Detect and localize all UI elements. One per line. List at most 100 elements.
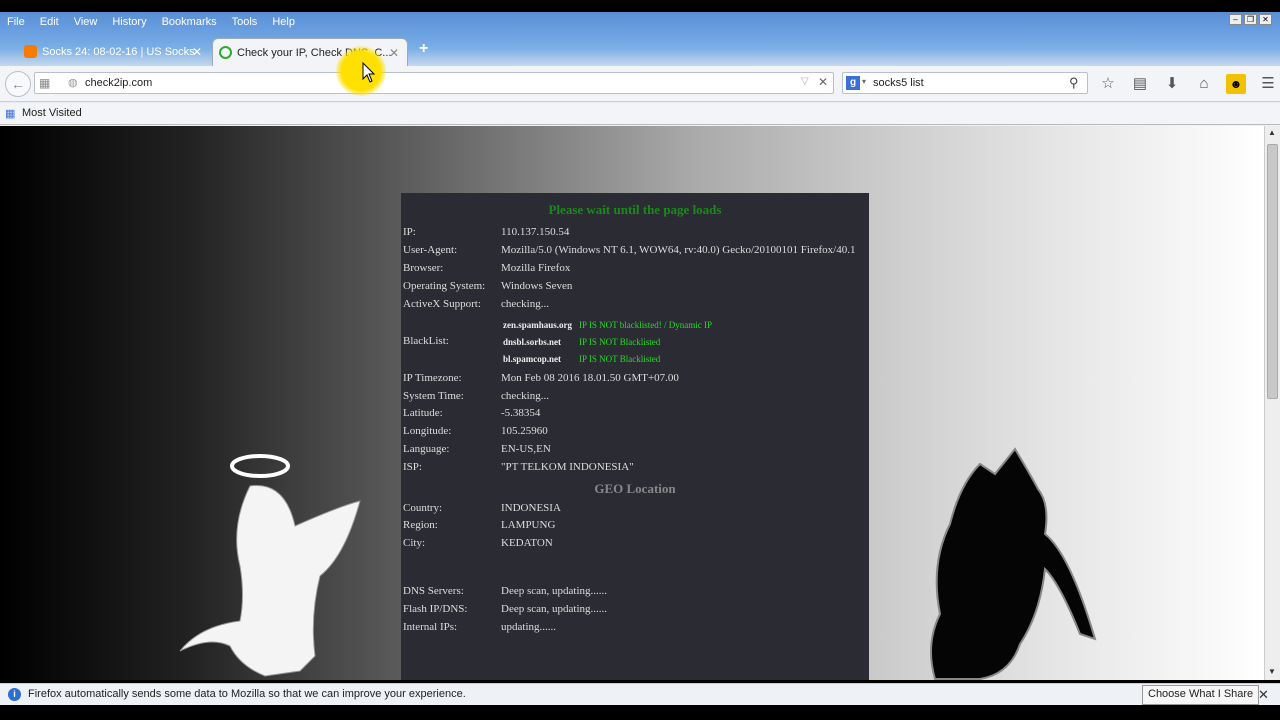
menu-edit[interactable]: Edit: [40, 16, 59, 28]
close-notification-icon[interactable]: ✕: [1258, 687, 1269, 703]
info-key: Language:: [403, 443, 450, 455]
blacklist-status: IP IS NOT blacklisted! / Dynamic IP: [579, 320, 712, 330]
hamburger-menu-icon[interactable]: ☰: [1258, 74, 1278, 94]
info-key: City:: [403, 537, 426, 549]
bottom-letterbox: [0, 705, 1280, 720]
minimize-button[interactable]: –: [1229, 14, 1242, 25]
close-window-button[interactable]: ✕: [1259, 14, 1272, 25]
info-value: Windows Seven: [501, 280, 573, 292]
info-key: BlackList:: [403, 335, 449, 347]
menu-tools[interactable]: Tools: [232, 16, 258, 28]
window-controls: – ❐ ✕: [1229, 14, 1272, 25]
menu-view[interactable]: View: [74, 16, 98, 28]
url-text: check2ip.com: [85, 77, 153, 89]
mouse-cursor-icon: [362, 62, 376, 83]
notification-text: Firefox automatically sends some data to…: [28, 688, 466, 700]
info-key: Operating System:: [403, 280, 486, 292]
blacklist-row: zen.spamhaus.org IP IS NOT blacklisted! /…: [503, 320, 712, 330]
info-value: Mozilla/5.0 (Windows NT 6.1, WOW64, rv:4…: [501, 244, 856, 256]
info-value: KEDATON: [501, 537, 553, 549]
loading-message: Please wait until the page loads: [548, 202, 722, 217]
cursor-highlight: [336, 46, 386, 96]
close-tab-icon[interactable]: ✕: [192, 45, 202, 59]
info-key: DNS Servers:: [403, 585, 464, 597]
info-key: Latitude:: [403, 407, 443, 419]
globe-icon: ◍: [68, 77, 78, 89]
info-value: Mozilla Firefox: [501, 262, 571, 274]
tab-bar: Socks 24: 08-02-16 | US Socks ✕ Check yo…: [0, 36, 1280, 66]
menu-bookmarks[interactable]: Bookmarks: [162, 16, 217, 28]
info-icon: i: [8, 688, 21, 701]
info-value: Mon Feb 08 2016 18.01.50 GMT+07.00: [501, 372, 679, 384]
page-content: Please wait until the page loads IP: 110.…: [0, 126, 1264, 680]
info-key: System Time:: [403, 390, 464, 402]
info-key: Longitude:: [403, 425, 452, 437]
top-letterbox: [0, 0, 1280, 12]
info-value: -5.38354: [501, 407, 541, 419]
telemetry-notification-bar: i Firefox automatically sends some data …: [0, 683, 1280, 705]
blogger-favicon-icon: [24, 45, 37, 58]
most-visited-folder-icon: ▦: [5, 108, 16, 120]
search-bar[interactable]: g ▾ socks5 list ⚲: [842, 72, 1088, 94]
bookmark-most-visited[interactable]: Most Visited: [22, 107, 82, 119]
geo-location-heading: GEO Location: [594, 481, 676, 496]
angel-silhouette: [179, 454, 361, 677]
choose-what-i-share-button[interactable]: Choose What I Share: [1142, 685, 1260, 705]
info-key: ActiveX Support:: [403, 298, 481, 310]
dropdown-arrow-icon[interactable]: ▽: [801, 76, 809, 87]
search-input[interactable]: socks5 list: [873, 77, 924, 89]
back-button[interactable]: ←: [5, 71, 31, 97]
menu-file[interactable]: File: [7, 16, 25, 28]
toolbar-icons: ☆ ▤ ⬇ ⌂ ☻ ☰: [1098, 74, 1278, 94]
info-key: Browser:: [403, 262, 444, 274]
engine-dropdown-icon[interactable]: ▾: [862, 77, 866, 86]
scrollbar-thumb[interactable]: [1267, 144, 1278, 399]
info-key: User-Agent:: [403, 244, 458, 256]
info-value: Deep scan, updating......: [501, 603, 607, 615]
blacklist-row: bl.spamcop.net IP IS NOT Blacklisted: [503, 354, 660, 364]
menu-help[interactable]: Help: [272, 16, 295, 28]
bookmark-star-icon[interactable]: ☆: [1098, 74, 1118, 94]
user-addon-icon[interactable]: ☻: [1226, 74, 1246, 94]
url-bar[interactable]: ▦ ◍ check2ip.com ▽ ✕: [34, 72, 834, 94]
info-value: 110.137.150.54: [501, 226, 570, 238]
google-search-engine-icon[interactable]: g: [846, 76, 860, 90]
tab-socks[interactable]: Socks 24: 08-02-16 | US Socks ✕: [18, 38, 210, 66]
navigation-bar: ▦ ◍ check2ip.com ▽ ✕ ← g ▾ socks5 list ⚲…: [0, 66, 1280, 102]
info-key: ISP:: [403, 461, 422, 473]
site-identity-icon[interactable]: ▦: [39, 76, 50, 90]
blacklist-status: IP IS NOT Blacklisted: [579, 354, 661, 364]
home-icon[interactable]: ⌂: [1194, 74, 1214, 94]
blacklist-server: bl.spamcop.net: [503, 354, 562, 364]
close-tab-icon[interactable]: ✕: [389, 46, 399, 60]
ip-info-panel: Please wait until the page loads IP: 110.…: [401, 193, 869, 680]
tab-title: Socks 24: 08-02-16 | US Socks: [42, 46, 195, 58]
info-value: checking...: [501, 390, 549, 402]
info-value: checking...: [501, 298, 549, 310]
info-value: 105.25960: [501, 425, 548, 437]
search-icon[interactable]: ⚲: [1069, 75, 1079, 91]
stop-icon[interactable]: ✕: [818, 75, 828, 89]
info-value: EN-US,EN: [501, 443, 551, 455]
info-value: LAMPUNG: [501, 519, 556, 531]
scroll-down-arrow-icon[interactable]: ▼: [1268, 667, 1276, 676]
vertical-scrollbar[interactable]: ▲ ▼: [1264, 126, 1280, 680]
info-key: Flash IP/DNS:: [403, 603, 468, 615]
info-value: "PT TELKOM INDONESIA": [501, 461, 634, 473]
downloads-icon[interactable]: ⬇: [1162, 74, 1182, 94]
restore-button[interactable]: ❐: [1244, 14, 1257, 25]
bookmarks-menu-icon[interactable]: ▤: [1130, 74, 1150, 94]
info-value: Deep scan, updating......: [501, 585, 607, 597]
info-key: IP:: [403, 226, 416, 238]
info-key: Region:: [403, 519, 438, 531]
scroll-up-arrow-icon[interactable]: ▲: [1268, 128, 1276, 137]
blacklist-status: IP IS NOT Blacklisted: [579, 337, 661, 347]
info-value: updating......: [501, 621, 556, 633]
menu-history[interactable]: History: [112, 16, 146, 28]
new-tab-button[interactable]: +: [419, 40, 428, 58]
devil-silhouette: [930, 447, 1097, 680]
blacklist-server: zen.spamhaus.org: [503, 320, 573, 330]
info-value: INDONESIA: [501, 502, 561, 514]
menu-bar: File Edit View History Bookmarks Tools H…: [0, 12, 1280, 32]
blacklist-server: dnsbl.sorbs.net: [503, 337, 562, 347]
